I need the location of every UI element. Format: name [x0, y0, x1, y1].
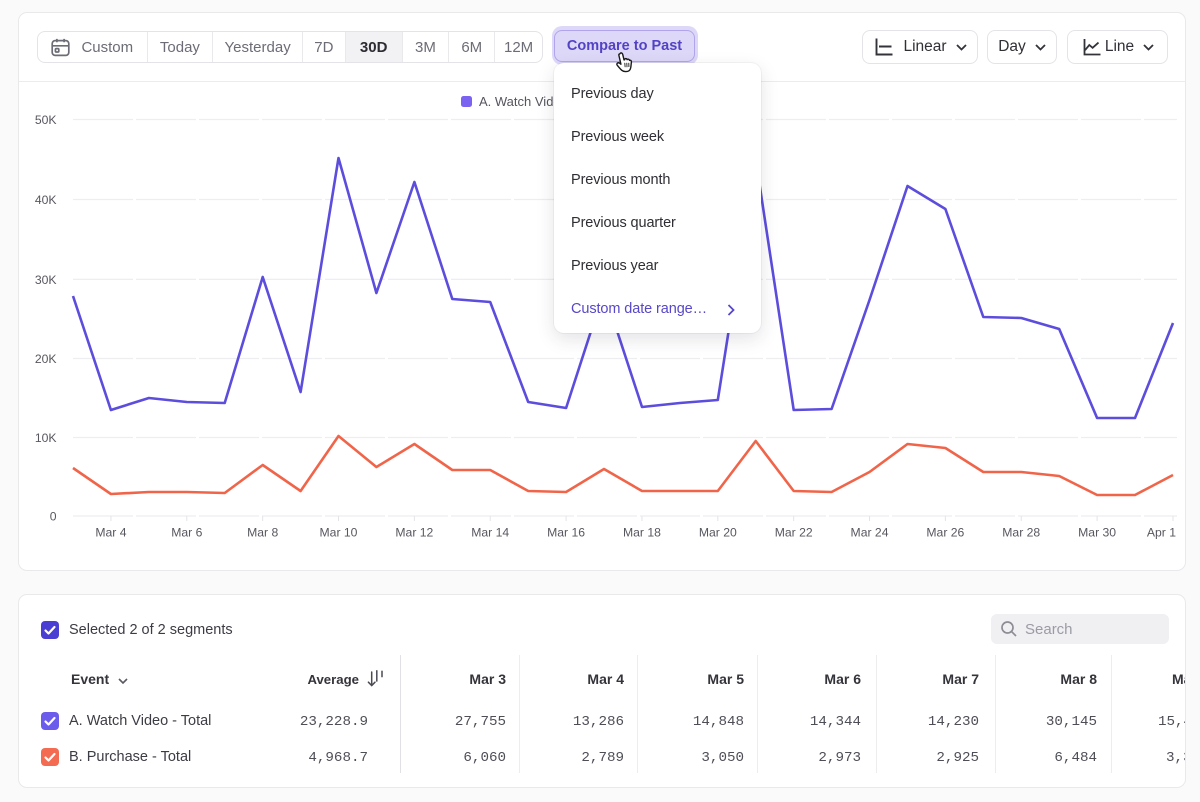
svg-text:10K: 10K [35, 431, 57, 445]
svg-text:Mar 6: Mar 6 [171, 526, 202, 540]
svg-text:Mar 16: Mar 16 [547, 526, 585, 540]
svg-text:Mar 8: Mar 8 [247, 526, 278, 540]
svg-text:0: 0 [50, 510, 57, 524]
svg-text:40K: 40K [35, 193, 57, 207]
svg-text:Mar 22: Mar 22 [775, 526, 813, 540]
svg-text:Mar 20: Mar 20 [699, 526, 737, 540]
svg-text:Mar 18: Mar 18 [623, 526, 661, 540]
svg-text:50K: 50K [35, 113, 57, 127]
svg-text:30K: 30K [35, 273, 57, 287]
svg-text:Mar 4: Mar 4 [95, 526, 126, 540]
svg-text:Mar 14: Mar 14 [471, 526, 509, 540]
svg-text:Mar 30: Mar 30 [1078, 526, 1116, 540]
svg-text:Mar 26: Mar 26 [926, 526, 964, 540]
svg-text:Mar 10: Mar 10 [320, 526, 358, 540]
svg-text:Mar 24: Mar 24 [851, 526, 889, 540]
svg-text:20K: 20K [35, 352, 57, 366]
svg-text:Mar 28: Mar 28 [1002, 526, 1040, 540]
svg-text:Mar 12: Mar 12 [395, 526, 433, 540]
svg-text:Apr 1: Apr 1 [1147, 526, 1176, 540]
